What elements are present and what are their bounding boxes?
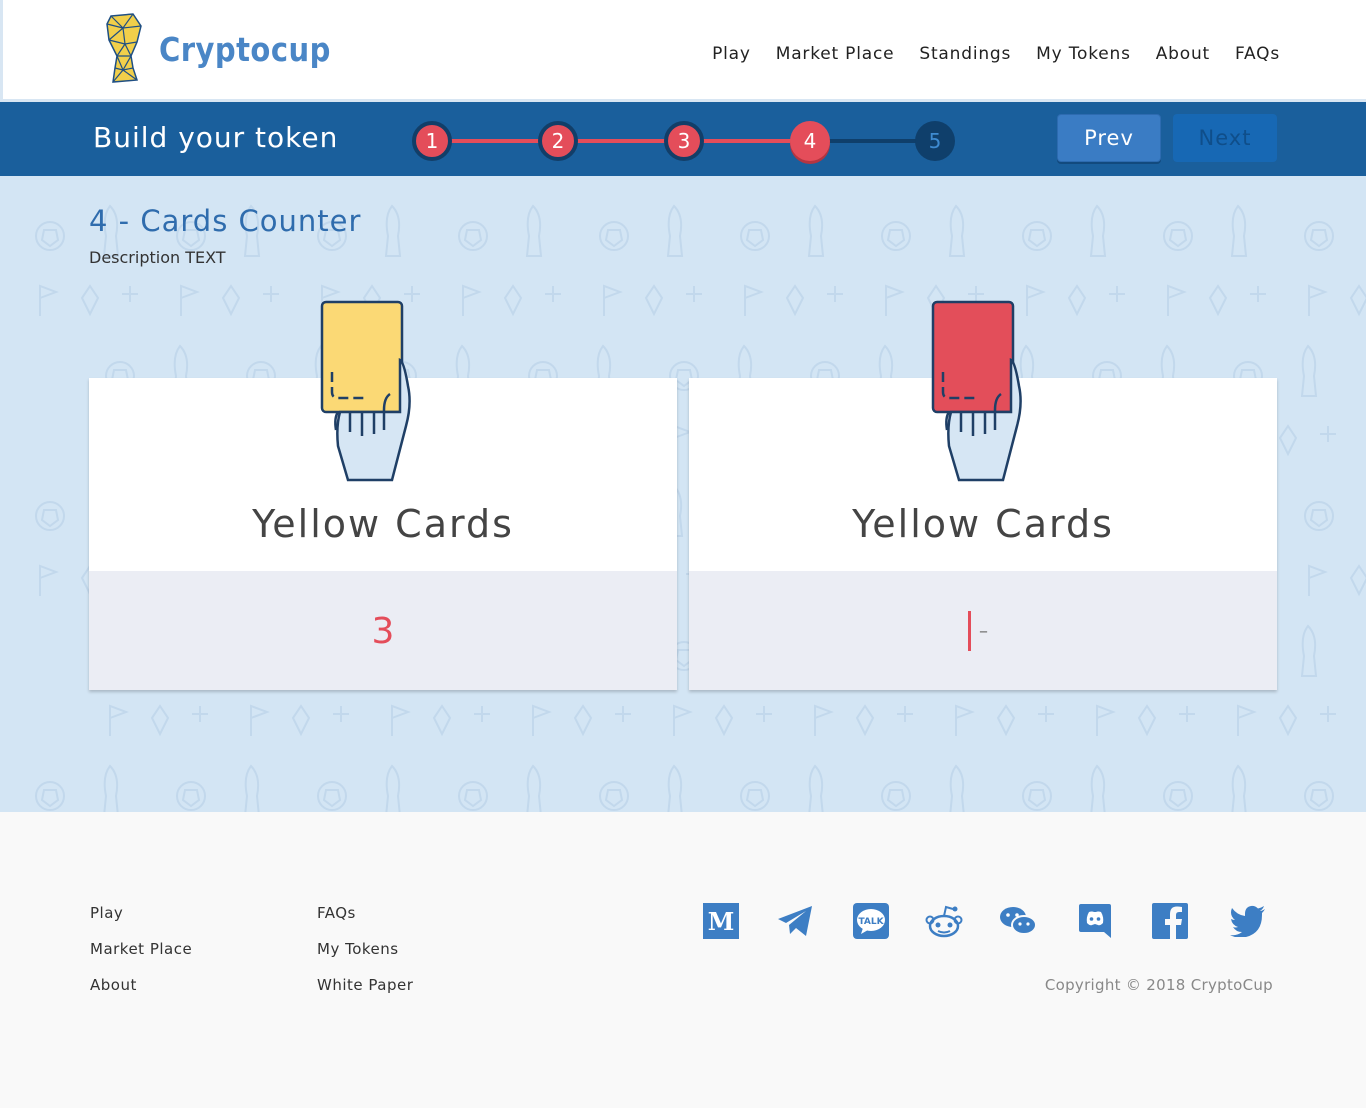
medium-icon[interactable]: M	[702, 902, 740, 940]
step-2[interactable]: 2	[538, 121, 578, 161]
footer-link-play[interactable]: Play	[90, 904, 123, 922]
nav-market-place[interactable]: Market Place	[776, 44, 895, 64]
main-content: 4 - Cards Counter Description TEXT Yello…	[0, 176, 1366, 812]
svg-text:M: M	[708, 907, 735, 936]
site-header: Cryptocup Play Market Place Standings My…	[0, 0, 1366, 102]
yellow-card-hand-icon	[320, 300, 411, 482]
nav-my-tokens[interactable]: My Tokens	[1036, 44, 1131, 64]
copyright-text: Copyright © 2018 CryptoCup	[1044, 976, 1273, 994]
next-button[interactable]: Next	[1173, 114, 1277, 162]
step-4[interactable]: 4	[790, 121, 830, 161]
nav-play[interactable]: Play	[712, 44, 751, 64]
card-label: Yellow Cards	[852, 502, 1114, 546]
facebook-icon[interactable]	[1151, 902, 1189, 940]
kakaotalk-icon[interactable]: TALK	[852, 902, 890, 940]
wechat-icon[interactable]	[999, 902, 1037, 940]
svg-text:TALK: TALK	[858, 917, 884, 927]
main-nav: Play Market Place Standings My Tokens Ab…	[712, 44, 1280, 64]
twitter-icon[interactable]	[1229, 902, 1267, 940]
nav-faqs[interactable]: FAQs	[1235, 44, 1280, 64]
section-description: Description TEXT	[89, 248, 226, 267]
red-card-hand-icon	[931, 300, 1022, 482]
footer-link-faqs[interactable]: FAQs	[317, 904, 356, 922]
yellow-cards-count: 3	[371, 611, 395, 652]
red-cards-input[interactable]	[968, 611, 1008, 651]
step-3[interactable]: 3	[664, 121, 704, 161]
reddit-icon[interactable]	[925, 902, 963, 940]
step-track-completed	[432, 139, 810, 143]
discord-icon[interactable]	[1076, 902, 1114, 940]
telegram-icon[interactable]	[776, 902, 814, 940]
brand-name: Cryptocup	[159, 29, 331, 69]
brand-logo[interactable]: Cryptocup	[103, 12, 354, 86]
token-builder-bar: Build your token 1 2 3 4 5 Prev Next	[0, 102, 1366, 176]
nav-standings[interactable]: Standings	[919, 44, 1011, 64]
section-title: 4 - Cards Counter	[89, 204, 362, 238]
builder-title: Build your token	[93, 121, 339, 154]
card-value-area: 3	[89, 571, 677, 690]
step-1[interactable]: 1	[412, 121, 452, 161]
footer-link-market-place[interactable]: Market Place	[90, 940, 192, 958]
step-5[interactable]: 5	[915, 121, 955, 161]
step-progress: 1 2 3 4 5	[412, 120, 956, 161]
footer-link-white-paper[interactable]: White Paper	[317, 976, 413, 994]
card-label: Yellow Cards	[252, 502, 514, 546]
footer-link-my-tokens[interactable]: My Tokens	[317, 940, 399, 958]
card-value-area	[689, 571, 1277, 690]
footer-link-about[interactable]: About	[90, 976, 137, 994]
site-footer: Play Market Place About FAQs My Tokens W…	[0, 812, 1366, 1108]
trophy-logo-icon	[106, 13, 142, 83]
nav-about[interactable]: About	[1156, 44, 1210, 64]
prev-button[interactable]: Prev	[1057, 114, 1161, 162]
